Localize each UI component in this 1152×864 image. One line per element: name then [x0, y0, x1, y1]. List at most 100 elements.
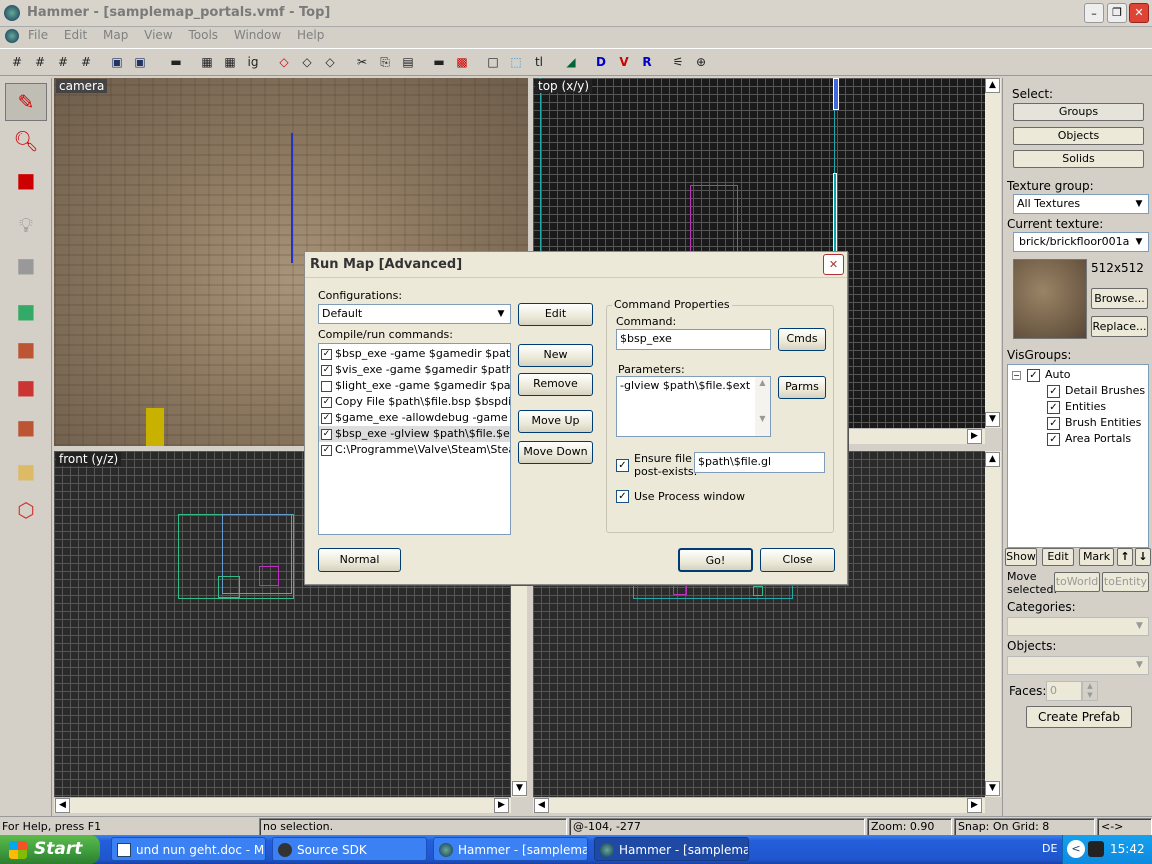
checkbox-icon[interactable]: ✓ [321, 348, 332, 360]
ensure-checkbox-icon[interactable]: ✓ [616, 459, 629, 472]
texture-group-select[interactable]: All Textures ▼ [1013, 194, 1149, 214]
chevron-down-icon[interactable]: ▼ [1131, 196, 1147, 212]
move-down-button[interactable]: Move Down [518, 441, 593, 464]
grid-larger-icon[interactable]: # [76, 52, 96, 72]
top-scroll-down-icon[interactable]: ▼ [985, 412, 1000, 427]
apply-texture-tool-icon[interactable]: ■ [5, 330, 47, 368]
visgroup-auto[interactable]: − ✓ Auto [1012, 367, 1148, 383]
faces-spinner[interactable]: ▲ ▼ [1082, 681, 1098, 701]
side-scroll-down-icon[interactable]: ▼ [985, 781, 1000, 796]
categories-select[interactable]: ▼ [1007, 617, 1149, 636]
taskbar-item-hammer-2[interactable]: Hammer - [samplema... [594, 837, 749, 861]
create-prefab-button[interactable]: Create Prefab [1026, 706, 1132, 728]
menu-file[interactable]: File [28, 28, 48, 42]
cube-alt-icon[interactable]: ◇ [320, 52, 340, 72]
commands-list[interactable]: ✓$bsp_exe -game $gamedir $path\$file ✓$v… [318, 343, 511, 535]
clipper-tool-icon[interactable]: ■ [5, 452, 47, 490]
side-hscroll[interactable] [533, 797, 985, 813]
front-hscroll[interactable] [54, 797, 511, 813]
select-box-icon[interactable]: □ [483, 52, 503, 72]
checkbox-icon[interactable]: ✓ [1047, 432, 1060, 446]
checkbox-icon[interactable]: ✓ [1027, 368, 1040, 382]
texture-icon[interactable]: ▬ [429, 52, 449, 72]
taskbar-item-sdk[interactable]: Source SDK [272, 837, 427, 861]
entity-tool-icon[interactable]: 💡︎ [5, 206, 47, 244]
paste-icon[interactable]: ▤ [398, 52, 418, 72]
chevron-down-icon[interactable]: ▼ [1132, 619, 1147, 634]
taskbar-item-word[interactable]: und nun geht.doc - M... [111, 837, 266, 861]
move-up-arrow-icon[interactable]: ↑ [1117, 548, 1133, 566]
menu-map[interactable]: Map [103, 28, 128, 42]
checkbox-icon[interactable]: ✓ [321, 396, 332, 408]
run-vis-icon[interactable]: V [614, 52, 634, 72]
select-solids-button[interactable]: Solids [1013, 150, 1144, 168]
parameters-textarea[interactable]: -glview $path\$file.$ext ▲ ▼ [616, 376, 771, 437]
magnify-tool-icon[interactable]: 🔍︎ [5, 122, 47, 160]
language-indicator[interactable]: DE [1042, 842, 1057, 855]
tray-app-icon[interactable] [1088, 841, 1104, 857]
start-button[interactable]: Start [0, 835, 100, 864]
hollow-icon[interactable]: ▦ [220, 52, 240, 72]
side-scroll-right-icon[interactable]: ▶ [967, 798, 982, 813]
run-map-icon[interactable]: D [591, 52, 611, 72]
checkbox-icon[interactable] [321, 380, 332, 392]
entity-report-icon[interactable]: ⊕ [691, 52, 711, 72]
menu-view[interactable]: View [144, 28, 172, 42]
group-icon[interactable]: ▣ [107, 52, 127, 72]
clip-icon[interactable]: ◢ [561, 52, 581, 72]
normal-button[interactable]: Normal [318, 548, 401, 572]
to-entity-button[interactable]: toEntity [1102, 572, 1149, 592]
close-icon[interactable]: ✕ [1129, 3, 1149, 23]
hide-icon[interactable]: ▬ [166, 52, 186, 72]
new-button[interactable]: New [518, 344, 593, 367]
cmds-button[interactable]: Cmds [778, 328, 826, 351]
block-tool-icon[interactable]: ■ [5, 246, 47, 284]
overlay-tool-icon[interactable]: ■ [5, 408, 47, 446]
move-up-button[interactable]: Move Up [518, 410, 593, 433]
checkbox-icon[interactable]: ✓ [321, 444, 332, 456]
dialog-close-icon[interactable]: ✕ [823, 254, 844, 275]
cube-red-icon[interactable]: ◇ [274, 52, 294, 72]
top-vscroll[interactable] [985, 78, 1001, 428]
texture-app-tool-icon[interactable]: ■ [5, 292, 47, 330]
menu-help[interactable]: Help [297, 28, 324, 42]
command-row-selected[interactable]: ✓ $bsp_exe -glview $path\$file.$ext [319, 426, 510, 442]
checkbox-icon[interactable]: ✓ [1047, 400, 1060, 414]
menu-window[interactable]: Window [234, 28, 281, 42]
maximize-icon[interactable]: ❐ [1107, 3, 1127, 23]
copy-icon[interactable]: ⎘ [375, 52, 395, 72]
top-scroll-right-icon[interactable]: ▶ [967, 429, 982, 444]
replace-button[interactable]: Replace... [1091, 316, 1148, 337]
select-objects-button[interactable]: Objects [1013, 127, 1144, 145]
grid-smaller-icon[interactable]: # [53, 52, 73, 72]
mark-button[interactable]: Mark [1079, 548, 1114, 566]
vertex-tool-icon[interactable]: ⬡ [5, 491, 47, 529]
tray-arrow-icon[interactable]: < [1067, 840, 1085, 858]
minimize-icon[interactable]: – [1084, 3, 1104, 23]
camera-tool-icon[interactable]: ■ [5, 161, 47, 199]
front-scroll-right-icon[interactable]: ▶ [494, 798, 509, 813]
chevron-down-icon[interactable]: ▼ [1131, 234, 1147, 250]
collapse-icon[interactable]: − [1012, 370, 1021, 380]
grid-3d-icon[interactable]: # [30, 52, 50, 72]
visgroup-item[interactable]: ✓ Area Portals [1012, 431, 1148, 447]
chevron-down-icon[interactable]: ▼ [493, 306, 509, 322]
command-row[interactable]: ✓C:\Programme\Valve\Steam\SteamA [319, 442, 510, 458]
checkbox-icon[interactable]: ✓ [321, 364, 332, 376]
ignore-groups-icon[interactable]: ig [243, 52, 263, 72]
command-row[interactable]: $light_exe -game $gamedir $path\$file [319, 378, 510, 394]
carve-icon[interactable]: ▦ [197, 52, 217, 72]
to-world-button[interactable]: toWorld [1054, 572, 1100, 592]
cube-icon[interactable]: ◇ [297, 52, 317, 72]
configurations-select[interactable]: Default ▼ [318, 304, 511, 324]
texture-lock-icon[interactable]: ▩ [452, 52, 472, 72]
menu-edit[interactable]: Edit [64, 28, 87, 42]
taskbar-item-hammer-1[interactable]: Hammer - [samplema... [433, 837, 588, 861]
command-input[interactable]: $bsp_exe [616, 329, 771, 350]
go-button[interactable]: Go! [678, 548, 753, 572]
ensure-file-input[interactable]: $path\$file.gl [694, 452, 825, 473]
top-scroll-up-icon[interactable]: ▲ [985, 78, 1000, 93]
visgroup-item[interactable]: ✓ Brush Entities [1012, 415, 1148, 431]
front-scroll-down-icon[interactable]: ▼ [512, 781, 527, 796]
selection-tool-icon[interactable]: ✎ [5, 83, 47, 121]
